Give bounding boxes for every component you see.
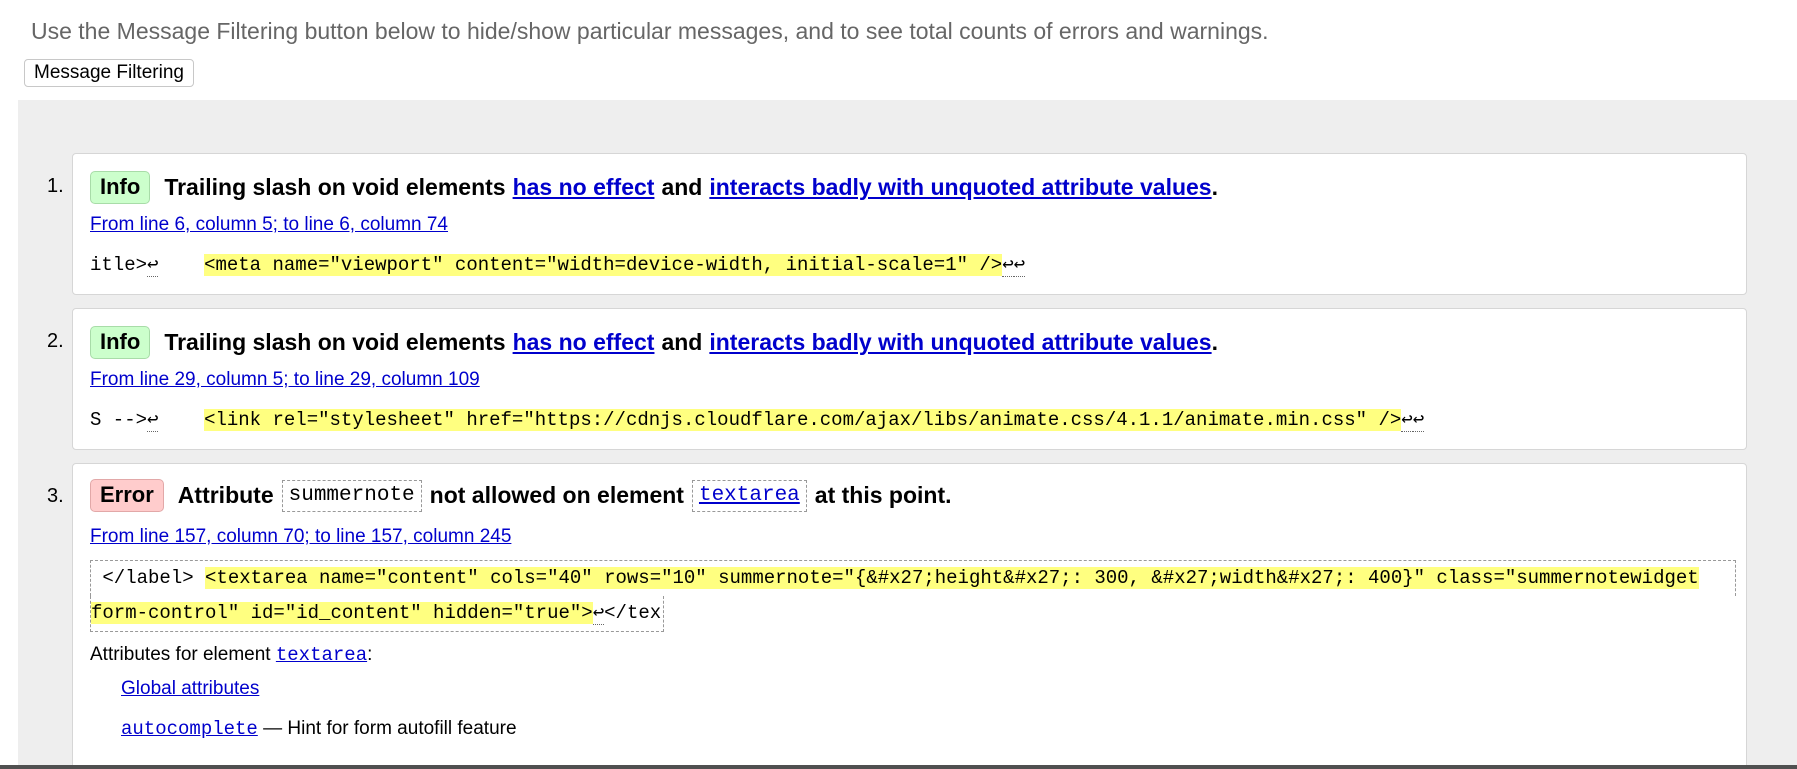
error-badge: Error: [90, 479, 164, 512]
line-feed-icon: ↩: [1013, 254, 1026, 277]
attribute-description: — Hint for form autofill feature: [263, 718, 517, 739]
message-text: and: [661, 174, 703, 200]
extract-line-1: </label> <textarea name="content" cols="…: [90, 560, 1736, 596]
message-text: not allowed on element: [429, 482, 684, 508]
intro-text: Use the Message Filtering button below t…: [31, 18, 1269, 44]
line-feed-icon: ↩: [1002, 254, 1014, 277]
message-number: 1.: [47, 175, 64, 197]
highlighted-code: <textarea name="content" cols="40" rows=…: [205, 567, 1699, 589]
message-text: Trailing slash on void elements: [164, 329, 506, 355]
message-headline: Info Trailing slash on void elements has…: [90, 326, 1218, 359]
location-link[interactable]: From line 157, column 70; to line 157, c…: [90, 526, 511, 548]
extract-context: </tex: [604, 602, 662, 624]
message-text-end: .: [1211, 174, 1218, 200]
location-link[interactable]: From line 29, column 5; to line 29, colu…: [90, 369, 480, 391]
extract-context: itle>: [90, 254, 148, 276]
highlighted-code: form-control" id="id_content" hidden="tr…: [91, 602, 593, 624]
extract-context: S -->: [90, 409, 148, 431]
message-number: 3.: [47, 485, 64, 507]
has-no-effect-link[interactable]: has no effect: [513, 174, 655, 201]
attribute-list-item: Global attributes: [121, 678, 259, 700]
element-name-link[interactable]: textarea: [691, 479, 807, 512]
interacts-badly-link[interactable]: interacts badly with unquoted attribute …: [709, 329, 1211, 356]
line-feed-icon: ↩: [1401, 409, 1413, 432]
message-item-2: Info Trailing slash on void elements has…: [72, 308, 1747, 450]
message-text-end: .: [1211, 329, 1218, 355]
highlighted-code: <link rel="stylesheet" href="https://cdn…: [204, 409, 1402, 431]
attributes-heading-text: Attributes for element: [90, 644, 271, 665]
extract-context: </label>: [91, 567, 206, 589]
line-feed-icon: ↩: [147, 409, 159, 432]
extract-line-2: form-control" id="id_content" hidden="tr…: [90, 596, 665, 632]
message-item-1: Info Trailing slash on void elements has…: [72, 153, 1747, 295]
validator-results-page: Use the Message Filtering button below t…: [0, 0, 1797, 769]
message-headline: Info Trailing slash on void elements has…: [90, 171, 1218, 204]
info-badge: Info: [90, 171, 151, 204]
line-feed-icon: ↩: [592, 602, 605, 625]
textarea-element-link[interactable]: textarea: [276, 644, 367, 666]
location-link[interactable]: From line 6, column 5; to line 6, column…: [90, 214, 448, 236]
attributes-heading-colon: :: [367, 644, 373, 665]
source-extract: S -->↩ <link rel="stylesheet" href="http…: [90, 408, 1425, 432]
global-attributes-link[interactable]: Global attributes: [121, 678, 259, 699]
attribute-name-code: summernote: [281, 479, 422, 512]
has-no-effect-link[interactable]: has no effect: [513, 329, 655, 356]
attributes-heading: Attributes for element textarea:: [90, 644, 372, 666]
message-text: at this point.: [814, 482, 952, 508]
highlighted-code: <meta name="viewport" content="width=dev…: [204, 254, 1003, 276]
extract-spacer: [158, 254, 204, 276]
interacts-badly-link[interactable]: interacts badly with unquoted attribute …: [709, 174, 1211, 201]
source-extract: itle>↩ <meta name="viewport" content="wi…: [90, 253, 1026, 277]
message-text: Attribute: [177, 482, 274, 508]
window-bottom-edge: [0, 765, 1797, 769]
message-number: 2.: [47, 330, 64, 352]
attribute-list-item: autocomplete — Hint for form autofill fe…: [121, 718, 517, 740]
message-headline: Error Attribute summernote not allowed o…: [90, 479, 952, 512]
message-filtering-button[interactable]: Message Filtering: [24, 59, 194, 87]
line-feed-icon: ↩: [147, 254, 159, 277]
info-badge: Info: [90, 326, 151, 359]
line-feed-icon: ↩: [1412, 409, 1425, 432]
message-text: Trailing slash on void elements: [164, 174, 506, 200]
autocomplete-attribute-link[interactable]: autocomplete: [121, 718, 258, 740]
message-item-3: Error Attribute summernote not allowed o…: [72, 463, 1747, 769]
extract-spacer: [158, 409, 204, 431]
message-text: and: [661, 329, 703, 355]
